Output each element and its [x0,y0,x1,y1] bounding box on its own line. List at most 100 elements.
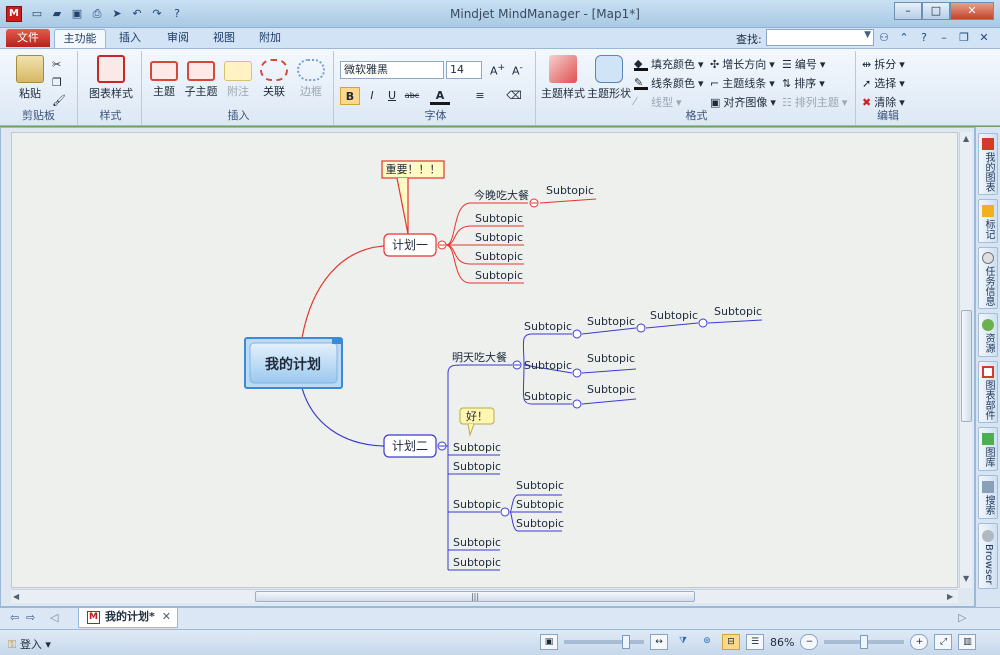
topic-lines-button[interactable]: ⌐ 主题线条 ▾ [710,74,775,92]
side-tab-map-parts[interactable]: 图表部件 [978,361,998,423]
plan2-sub1-label[interactable]: Subtopic [453,441,501,454]
plan2-row3-sub1[interactable]: Subtopic [524,390,572,403]
scroll-right-icon[interactable]: ▶ [947,592,953,601]
callout-plan1[interactable]: 重要！！！ [381,160,445,235]
collapse-toggle[interactable] [636,323,646,333]
doc-restore-icon[interactable]: ❐ [956,30,972,46]
layout-icon[interactable]: ▥ [958,634,977,650]
detail-slider-knob[interactable] [622,635,630,649]
plan1-sub3-label[interactable]: Subtopic [475,250,523,263]
scroll-down-icon[interactable]: ▼ [963,574,969,583]
fill-color-button[interactable]: ◆ 填充颜色 ▾ [634,55,704,73]
plan1-sub4-label[interactable]: Subtopic [475,269,523,282]
zoom-in-icon[interactable]: + [910,634,929,650]
callout-plan2[interactable]: 好！ [459,407,495,437]
document-tab-close[interactable]: ✕ [162,608,171,626]
plan1-sub1-label[interactable]: Subtopic [475,212,523,225]
tab-view[interactable]: 视图 [204,29,244,48]
central-topic[interactable]: 我的计划 [244,337,343,389]
plan2-row2-sub1[interactable]: Subtopic [524,359,572,372]
plan1-child1-label[interactable]: 今晚吃大餐 [474,188,529,202]
tab-review[interactable]: 审阅 [158,29,198,48]
close-button[interactable]: ✕ [950,2,994,20]
callout-button[interactable]: 附注 [222,55,254,99]
vertical-scrollbar[interactable]: ▲ ▼ [959,132,972,588]
tab-addins[interactable]: 附加 [250,29,290,48]
fit-map-icon[interactable]: ⤢ [934,634,953,650]
numbering-button[interactable]: ☰ 编号 ▾ [782,55,825,73]
plan1-sub2-label[interactable]: Subtopic [475,231,523,244]
side-tab-task-info[interactable]: 任务信息 [978,247,998,309]
plan2-row1-sub3[interactable]: Subtopic [650,309,698,322]
clear-format-button[interactable]: ⌫ [504,87,524,105]
select-button[interactable]: ➚ 选择 ▾ [862,74,905,92]
maximize-button[interactable]: □ [922,2,950,20]
tab-scroll-left-icon[interactable]: ◁ [50,611,58,624]
login-button[interactable]: ⚿ 登入 ▾ [8,636,51,652]
grow-direction-button[interactable]: ✣ 增长方向 ▾ [710,55,775,73]
sort-button[interactable]: ⇅ 排序 ▾ [782,74,825,92]
align-button[interactable]: ≡ [470,87,490,105]
document-tab[interactable]: M 我的计划* ✕ [78,608,178,628]
plan2-child1-label[interactable]: 明天吃大餐 [452,350,507,364]
plan2-row3-sub2[interactable]: Subtopic [587,383,635,396]
plan2-sub3-child3[interactable]: Subtopic [516,517,564,530]
doc-minimize-icon[interactable]: – [936,30,952,46]
help-circle-icon[interactable]: ? [916,30,932,46]
side-tab-browser[interactable]: Browser [978,523,998,589]
side-tab-resources[interactable]: 资源 [978,313,998,357]
scroll-up-icon[interactable]: ▲ [963,134,969,143]
fit-width-icon[interactable]: ↔ [650,634,668,650]
vertical-scroll-thumb[interactable] [961,310,972,422]
side-tab-library[interactable]: 图库 [978,427,998,471]
plan2-sub3-child1[interactable]: Subtopic [516,479,564,492]
nav-forward-icon[interactable]: ⇨ [26,611,35,624]
print-icon[interactable]: ⎙ [88,5,106,23]
collapse-ribbon-icon[interactable]: ⌃ [896,30,912,46]
topic-style-button[interactable]: 主题样式 [540,55,586,101]
subtopic-button[interactable]: 子主题 [182,55,220,99]
paste-button[interactable]: 粘贴 [12,55,48,101]
grow-font-button[interactable]: A+ [490,61,505,79]
plan2-row1-sub2[interactable]: Subtopic [587,315,635,328]
plan2-sub4-label[interactable]: Subtopic [453,536,501,549]
send-icon[interactable]: ➤ [108,5,126,23]
side-tab-search[interactable]: 搜索 [978,475,998,519]
tab-file[interactable]: 文件 [6,29,50,47]
horizontal-scroll-thumb[interactable]: ||| [255,591,695,602]
tab-scroll-right-icon[interactable]: ▷ [958,611,966,624]
plan2-sub2-label[interactable]: Subtopic [453,460,501,473]
doc-close-icon[interactable]: ✕ [976,30,992,46]
find-input[interactable]: ▼ [766,29,874,46]
topic-button[interactable]: 主题 [148,55,180,99]
tab-insert[interactable]: 插入 [110,29,150,48]
redo-icon[interactable]: ↷ [148,5,166,23]
plan2-sub3-label[interactable]: Subtopic [453,498,501,511]
side-tab-markers[interactable]: 标记 [978,199,998,243]
detail-slider[interactable] [564,635,644,649]
map-style-button[interactable]: 图表样式 [86,55,136,101]
collapse-toggle[interactable] [572,329,582,339]
nav-back-icon[interactable]: ⇦ [10,611,19,624]
app-icon[interactable]: M [6,6,22,22]
users-icon[interactable]: ⚇ [876,30,892,46]
balance-map-icon[interactable]: ⊛ [698,634,716,650]
open-icon[interactable]: ▰ [48,5,66,23]
tab-home[interactable]: 主功能 [54,29,106,48]
strikethrough-button[interactable]: abc [402,87,422,105]
relationship-button[interactable]: 关联 [258,55,290,99]
plan2-row2-sub2[interactable]: Subtopic [587,352,635,365]
help-icon[interactable]: ? [168,5,186,23]
bold-button[interactable]: B [340,87,360,105]
underline-button[interactable]: U [382,87,402,105]
zoom-out-icon[interactable]: − [800,634,819,650]
filter-icon[interactable]: ⧩ [674,634,692,650]
collapse-toggle[interactable] [572,399,582,409]
collapse-toggle[interactable] [698,318,708,328]
zoom-slider[interactable] [824,635,905,649]
plan2-row1-sub1[interactable]: Subtopic [524,320,572,333]
collapse-toggle[interactable] [572,368,582,378]
outline-view-icon[interactable]: ☰ [746,634,764,650]
copy-button[interactable]: ❐ [52,73,62,91]
shrink-font-button[interactable]: A- [512,61,523,79]
